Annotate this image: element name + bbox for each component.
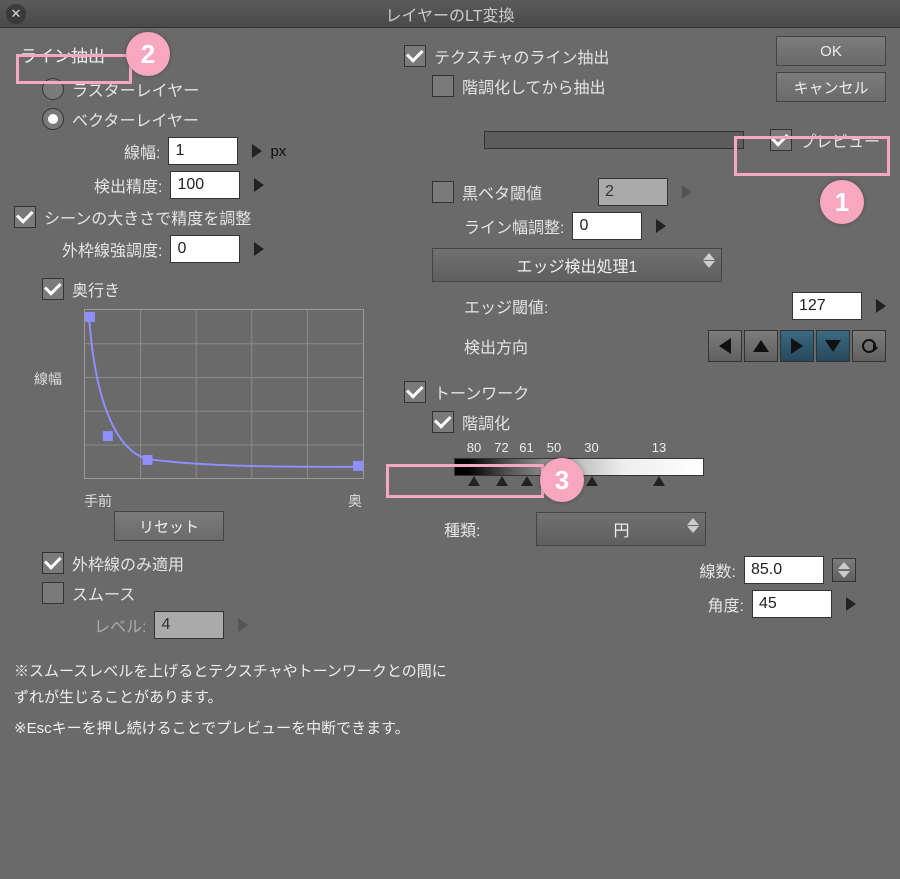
tone-gradient[interactable] xyxy=(454,458,704,476)
outline-only-label: 外枠線のみ適用 xyxy=(72,551,184,575)
level-label: レベル: xyxy=(94,613,146,637)
arrow-down-icon xyxy=(825,340,841,352)
detect-dir-label: 検出方向 xyxy=(464,334,528,358)
posterize-extract-check[interactable] xyxy=(432,75,454,97)
linewidth-unit: px xyxy=(270,143,286,160)
outline-only-check[interactable] xyxy=(42,552,64,574)
dir-left-button[interactable] xyxy=(708,330,742,362)
posterize-check[interactable] xyxy=(432,411,454,433)
linewidth-input[interactable] xyxy=(168,137,238,165)
black-threshold-check[interactable] xyxy=(432,181,454,203)
black-threshold-spinner-icon xyxy=(682,185,692,199)
raster-radio[interactable] xyxy=(42,78,64,100)
arrow-left-icon xyxy=(719,338,731,354)
vector-radio[interactable] xyxy=(42,108,64,130)
edge-threshold-input[interactable] xyxy=(792,292,862,320)
dir-up-button[interactable] xyxy=(744,330,778,362)
close-button[interactable]: ✕ xyxy=(6,4,26,24)
smooth-check[interactable] xyxy=(42,582,64,604)
edge-process-value: エッジ検出処理1 xyxy=(517,253,638,277)
texture-extract-label: テクスチャのライン抽出 xyxy=(434,44,609,68)
chevron-up-icon xyxy=(838,562,850,569)
tone-handles[interactable] xyxy=(454,476,704,490)
graph-ylabel: 線幅 xyxy=(34,369,62,389)
chevron-down-icon xyxy=(838,571,850,578)
level-spinner-icon xyxy=(238,618,248,632)
tonework-check[interactable] xyxy=(404,381,426,403)
chevron-down-icon[interactable] xyxy=(703,261,715,268)
type-dropdown[interactable]: 円 xyxy=(536,512,706,546)
linewidth-adjust-label: ライン幅調整: xyxy=(464,214,564,238)
lines-input[interactable] xyxy=(744,556,824,584)
tonework-label: トーンワーク xyxy=(434,380,529,404)
black-threshold-label: 黒ベタ閾値 xyxy=(462,180,542,204)
outline-intensity-label: 外枠線強調度: xyxy=(62,237,162,261)
edge-threshold-spinner-icon[interactable] xyxy=(876,299,886,313)
level-input xyxy=(154,611,224,639)
black-threshold-input xyxy=(598,178,668,206)
linewidth-label: 線幅: xyxy=(124,139,160,163)
type-label: 種類: xyxy=(444,517,480,541)
reset-button[interactable]: リセット xyxy=(114,511,224,541)
arrow-up-icon xyxy=(753,340,769,352)
raster-label: ラスターレイヤー xyxy=(72,77,199,101)
graph-xfront: 手前 xyxy=(84,491,112,511)
posterize-extract-label: 階調化してから抽出 xyxy=(462,74,606,98)
angle-label: 角度: xyxy=(708,592,744,616)
depth-label: 奥行き xyxy=(72,277,120,301)
adjust-scene-label: シーンの大きさで精度を調整 xyxy=(44,205,251,229)
linewidth-adjust-spinner-icon[interactable] xyxy=(656,219,666,233)
angle-spinner-icon[interactable] xyxy=(846,597,856,611)
accuracy-spinner-icon[interactable] xyxy=(254,178,264,192)
texture-extract-check[interactable] xyxy=(404,45,426,67)
tone-value-labels: 80 72 61 50 30 13 xyxy=(454,440,704,458)
adjust-scene-check[interactable] xyxy=(14,206,36,228)
outline-intensity-spinner-icon[interactable] xyxy=(254,242,264,256)
cancel-button[interactable]: キャンセル xyxy=(776,72,886,102)
window-title: レイヤーのLT変換 xyxy=(385,2,514,26)
angle-input[interactable] xyxy=(752,590,832,618)
arrow-right-icon xyxy=(791,338,803,354)
direction-buttons xyxy=(708,330,886,362)
outline-intensity-input[interactable] xyxy=(170,235,240,263)
preview-label: プレビュー xyxy=(800,128,880,152)
left-panel: ライン抽出 ラスターレイヤー ベクターレイヤー 線幅: px 検出精度: xyxy=(14,38,374,645)
chevron-down-icon[interactable] xyxy=(687,526,699,533)
lines-label: 線数: xyxy=(700,558,736,582)
footer-notes: ※スムースレベルを上げるとテクスチャやトーンワークとの間にずれが生じることがあり… xyxy=(14,659,886,742)
depth-graph[interactable] xyxy=(84,309,364,479)
smooth-label: スムース xyxy=(72,581,135,605)
linewidth-adjust-input[interactable] xyxy=(572,212,642,240)
depth-check[interactable] xyxy=(42,278,64,300)
dir-reset-button[interactable] xyxy=(852,330,886,362)
titlebar: ✕ レイヤーのLT変換 xyxy=(0,0,900,28)
graph-xback: 奥 xyxy=(348,491,362,511)
dir-right-button[interactable] xyxy=(780,330,814,362)
accuracy-input[interactable] xyxy=(170,171,240,199)
line-extract-header: ライン抽出 xyxy=(14,38,374,71)
reset-icon xyxy=(862,339,876,353)
linewidth-spinner-icon[interactable] xyxy=(252,144,262,158)
lines-stepper[interactable] xyxy=(832,558,856,582)
preview-slider-track[interactable] xyxy=(484,131,744,149)
type-value: 円 xyxy=(613,517,629,541)
vector-label: ベクターレイヤー xyxy=(72,107,199,131)
right-panel: OK キャンセル テクスチャのライン抽出 階調化してから抽出 プレビュー 黒ベタ… xyxy=(404,38,886,645)
posterize-label: 階調化 xyxy=(462,410,510,434)
dir-down-button[interactable] xyxy=(816,330,850,362)
chevron-up-icon[interactable] xyxy=(687,518,699,525)
edge-threshold-label: エッジ閾値: xyxy=(464,294,548,318)
preview-check[interactable] xyxy=(770,129,792,151)
ok-button[interactable]: OK xyxy=(776,36,886,66)
chevron-up-icon[interactable] xyxy=(703,253,715,260)
edge-process-dropdown[interactable]: エッジ検出処理1 xyxy=(432,248,722,282)
accuracy-label: 検出精度: xyxy=(94,173,162,197)
